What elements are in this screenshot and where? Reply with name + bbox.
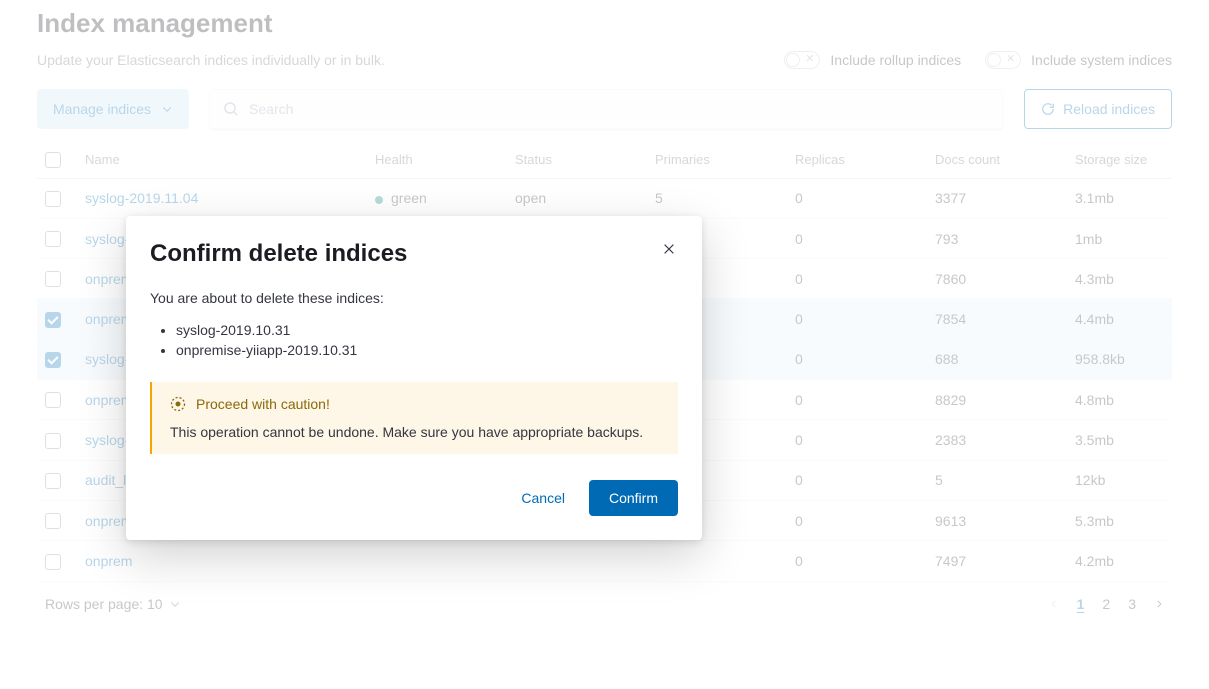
confirm-button[interactable]: Confirm [589, 480, 678, 516]
alert-icon [170, 396, 186, 412]
cancel-button[interactable]: Cancel [521, 490, 565, 506]
list-item: onpremise-yiiapp-2019.10.31 [176, 340, 678, 360]
list-item: syslog-2019.10.31 [176, 320, 678, 340]
callout-body-text: This operation cannot be undone. Make su… [170, 424, 660, 440]
warning-callout: Proceed with caution! This operation can… [150, 382, 678, 454]
callout-title-text: Proceed with caution! [196, 396, 330, 412]
modal-index-list: syslog-2019.10.31onpremise-yiiapp-2019.1… [150, 320, 678, 360]
close-modal-button[interactable] [660, 240, 678, 261]
modal-title: Confirm delete indices [150, 240, 407, 268]
modal-intro: You are about to delete these indices: [150, 290, 678, 306]
modal-body: You are about to delete these indices: s… [150, 290, 678, 454]
modal-footer: Cancel Confirm [150, 480, 678, 516]
confirm-delete-modal: Confirm delete indices You are about to … [126, 216, 702, 540]
